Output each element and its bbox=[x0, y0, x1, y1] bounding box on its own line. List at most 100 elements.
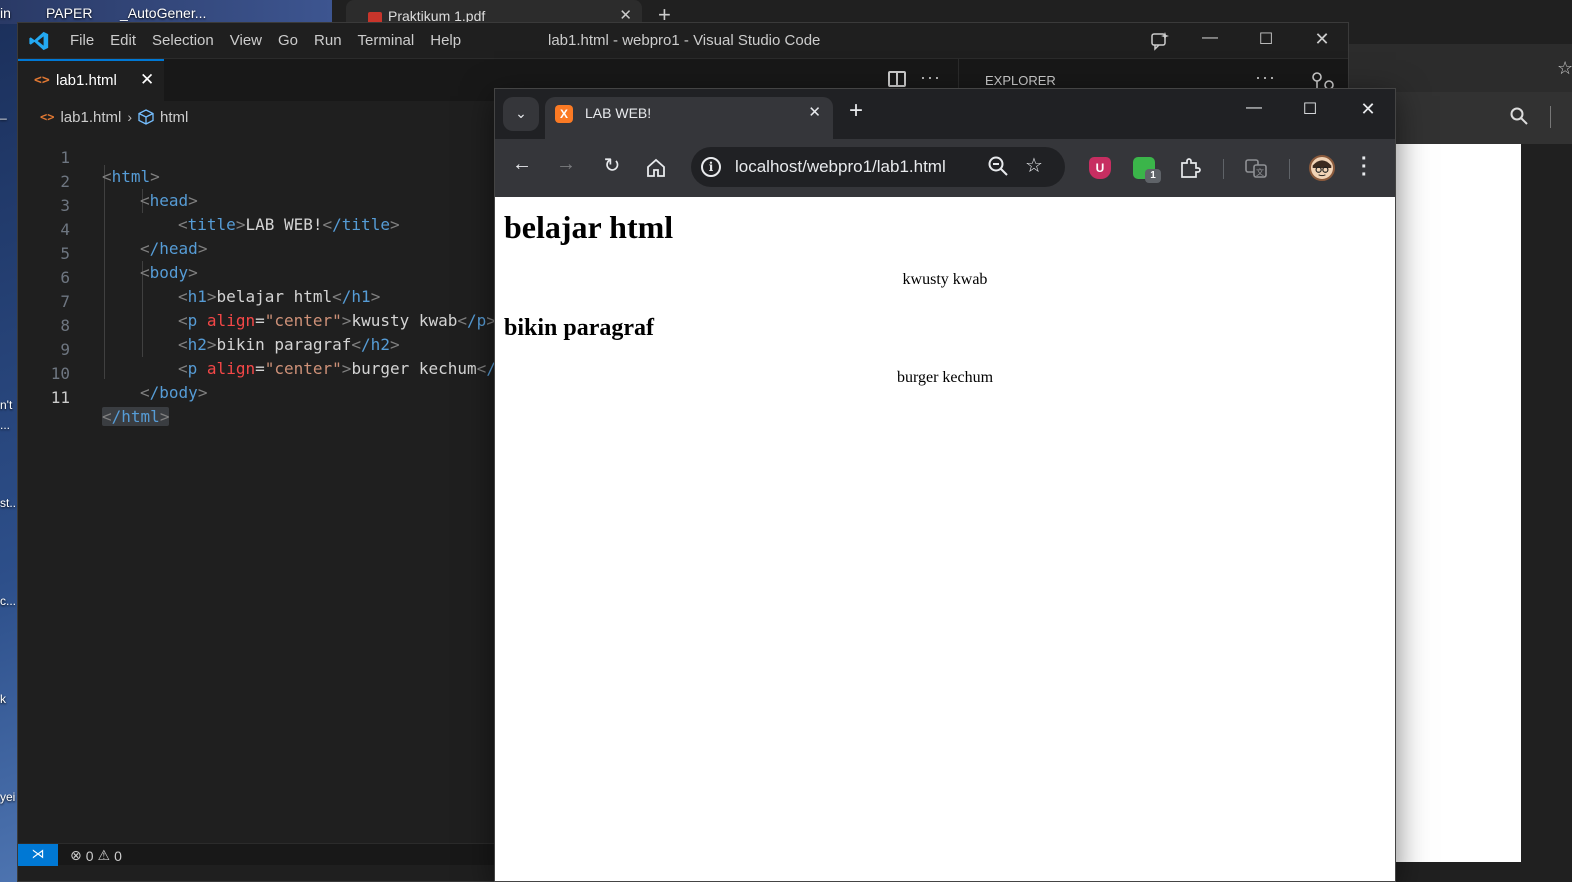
search-icon[interactable] bbox=[1510, 107, 1528, 125]
toolbar-divider bbox=[1223, 159, 1224, 179]
url-text[interactable]: localhost/webpro1/lab1.html bbox=[735, 157, 946, 177]
breadcrumb-file[interactable]: lab1.html bbox=[60, 109, 121, 126]
tab-lab1-html[interactable]: <> lab1.html ✕ bbox=[18, 59, 164, 101]
chrome-window: ⌄ X LAB WEB! ✕ + — ☐ ✕ ← → ↻ i localhost… bbox=[494, 88, 1396, 882]
desktop-icon-label[interactable]: _ bbox=[0, 106, 7, 120]
vscode-logo-icon bbox=[29, 31, 49, 51]
warning-icon: ⚠ bbox=[97, 847, 111, 863]
desktop-icon-label[interactable]: yei bbox=[0, 790, 15, 804]
code-line: 10 </body> bbox=[18, 345, 496, 402]
code-line: 5 <body> bbox=[18, 225, 496, 282]
menu-terminal[interactable]: Terminal bbox=[350, 32, 423, 49]
line-number: 11 bbox=[50, 388, 70, 407]
html-file-icon: <> bbox=[40, 110, 55, 124]
close-icon[interactable]: ✕ bbox=[140, 70, 154, 90]
xampp-favicon-icon: X bbox=[555, 105, 573, 123]
menu-view[interactable]: View bbox=[222, 32, 270, 49]
copilot-chat-icon[interactable] bbox=[1150, 31, 1170, 51]
breadcrumb: <> lab1.html › html bbox=[40, 107, 188, 127]
close-icon[interactable]: ✕ bbox=[1310, 29, 1334, 53]
rendered-web-page: belajar html kwusty kwab bikin paragraf … bbox=[495, 197, 1395, 881]
desktop-icon-label[interactable]: k bbox=[0, 692, 6, 706]
svg-text:文: 文 bbox=[1256, 167, 1264, 177]
reload-icon[interactable]: ↻ bbox=[599, 153, 625, 179]
kebab-menu-icon[interactable]: · · · bbox=[1361, 149, 1368, 185]
explorer-title: EXPLORER bbox=[985, 73, 1056, 88]
vscode-titlebar: File Edit Selection View Go Run Terminal… bbox=[18, 23, 1348, 59]
background-tab[interactable]: Praktikum 1.pdf ✕ bbox=[346, 0, 642, 24]
menu-go[interactable]: Go bbox=[270, 32, 306, 49]
html-file-icon: <> bbox=[34, 73, 50, 88]
breadcrumb-symbol[interactable]: html bbox=[160, 109, 188, 126]
desktop-icon-label[interactable]: ... bbox=[0, 418, 10, 432]
forward-arrow-icon[interactable]: → bbox=[553, 153, 579, 179]
pdf-page bbox=[1394, 144, 1521, 862]
translate-icon[interactable]: 文 bbox=[1245, 157, 1267, 179]
menu-file[interactable]: File bbox=[62, 32, 102, 49]
problems-indicator[interactable]: ⊗ 0 ⚠ 0 bbox=[70, 847, 122, 864]
maximize-icon[interactable]: ☐ bbox=[1254, 29, 1278, 53]
page-paragraph: kwusty kwab bbox=[902, 271, 988, 288]
toolbar-divider bbox=[1550, 106, 1551, 128]
menu-selection[interactable]: Selection bbox=[144, 32, 222, 49]
error-count: 0 bbox=[85, 847, 94, 864]
desktop-icon-label[interactable]: st.. bbox=[0, 496, 16, 510]
close-icon[interactable]: ✕ bbox=[808, 103, 821, 121]
desktop-shortcut-label[interactable]: _AutoGener... bbox=[120, 5, 206, 21]
code-line: 1 <html> bbox=[18, 129, 496, 186]
code-editor[interactable]: 1 <html> 2 <head> 3 <title>LAB WEB!</tit… bbox=[18, 129, 496, 839]
remote-indicator-icon[interactable]: ⋊ bbox=[18, 844, 58, 866]
bookmark-star-icon[interactable]: ☆ bbox=[1025, 153, 1043, 178]
chrome-toolbar: ← → ↻ i localhost/webpro1/lab1.html ☆ U … bbox=[495, 139, 1395, 197]
warning-count: 0 bbox=[114, 847, 122, 864]
desktop-shortcut-label[interactable]: in bbox=[0, 5, 11, 21]
close-icon[interactable]: ✕ bbox=[1353, 99, 1383, 120]
code-text: </html> bbox=[102, 407, 170, 426]
site-info-icon[interactable]: i bbox=[701, 157, 721, 177]
split-editor-icon[interactable] bbox=[888, 71, 906, 87]
desktop-icon-label[interactable]: n't bbox=[0, 398, 12, 412]
profile-avatar[interactable] bbox=[1309, 155, 1335, 181]
menu-edit[interactable]: Edit bbox=[102, 32, 144, 49]
avatar-face-icon bbox=[1312, 160, 1332, 177]
puzzle-extensions-icon[interactable] bbox=[1179, 157, 1201, 179]
code-line: 7 <p align="center">kwusty kwab</p> bbox=[18, 273, 496, 330]
back-arrow-icon[interactable]: ← bbox=[509, 153, 535, 179]
home-icon[interactable] bbox=[645, 157, 667, 179]
menu-bar: File Edit Selection View Go Run Terminal… bbox=[62, 32, 469, 49]
desktop-shortcut-label[interactable]: PAPER bbox=[46, 5, 92, 21]
page-heading-h2: bikin paragraf bbox=[504, 315, 655, 341]
chrome-tab-active[interactable]: X LAB WEB! ✕ bbox=[545, 97, 833, 139]
address-bar[interactable]: i localhost/webpro1/lab1.html ☆ bbox=[691, 147, 1065, 187]
page-heading-h1: belajar html bbox=[504, 209, 674, 245]
code-line-current: 11 </html> bbox=[18, 369, 496, 426]
tab-label: lab1.html bbox=[56, 72, 117, 89]
tab-search-chevron-down-icon[interactable]: ⌄ bbox=[503, 97, 539, 131]
code-line: 2 <head> bbox=[18, 153, 496, 210]
window-title: lab1.html - webpro1 - Visual Studio Code bbox=[548, 32, 821, 49]
zoom-out-icon[interactable] bbox=[987, 155, 1009, 177]
page-paragraph: burger kechum bbox=[896, 369, 994, 386]
toolbar-divider bbox=[1289, 159, 1290, 179]
menu-help[interactable]: Help bbox=[422, 32, 469, 49]
code-line: 3 <title>LAB WEB!</title> bbox=[18, 177, 496, 234]
chevron-right-icon: › bbox=[127, 109, 132, 125]
maximize-icon[interactable]: ☐ bbox=[1295, 99, 1325, 119]
code-line: 8 <h2>bikin paragraf</h2> bbox=[18, 297, 496, 354]
new-tab-icon[interactable]: + bbox=[849, 97, 863, 125]
menu-run[interactable]: Run bbox=[306, 32, 350, 49]
minimize-icon[interactable]: — bbox=[1198, 29, 1222, 53]
ublock-extension-icon[interactable]: U bbox=[1089, 157, 1111, 179]
extension-badge: 1 bbox=[1145, 169, 1161, 183]
code-line: 4 </head> bbox=[18, 201, 496, 258]
chrome-tab-title: LAB WEB! bbox=[585, 105, 652, 121]
code-line: 9 <p align="center">burger kechum</ bbox=[18, 321, 496, 378]
minimize-icon[interactable]: — bbox=[1239, 99, 1269, 117]
code-line: 6 <h1>belajar html</h1> bbox=[18, 249, 496, 306]
desktop-icon-label[interactable]: c... bbox=[0, 594, 16, 608]
more-actions-icon[interactable]: ··· bbox=[1255, 67, 1276, 88]
error-icon: ⊗ bbox=[70, 847, 82, 863]
bookmark-star-icon[interactable]: ☆ bbox=[1557, 58, 1572, 79]
symbol-element-icon bbox=[138, 109, 154, 125]
more-actions-icon[interactable]: ··· bbox=[920, 67, 941, 88]
